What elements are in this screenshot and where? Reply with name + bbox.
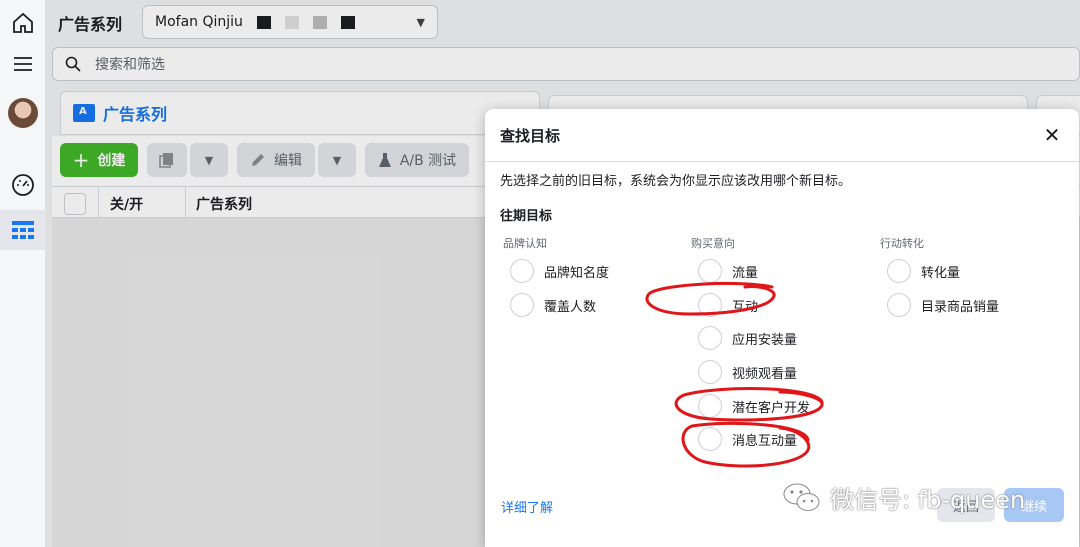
ads-manager-button[interactable] [0, 210, 46, 250]
column-heading: 行动转化 [880, 237, 924, 250]
option-label: 应用安装量 [732, 332, 798, 348]
objective-option[interactable]: 品牌知名度 [510, 259, 609, 283]
option-label: 潜在客户开发 [732, 400, 811, 416]
column-heading: 品牌认知 [503, 237, 547, 250]
home-icon [13, 12, 33, 33]
option-label: 目录商品销量 [921, 299, 1000, 315]
option-label: 互动 [732, 299, 759, 315]
radio-button[interactable] [510, 259, 534, 283]
radio-button[interactable] [698, 360, 722, 384]
section-title: 往期目标 [500, 209, 553, 224]
objective-option[interactable]: 转化量 [887, 259, 960, 283]
option-label: 品牌知名度 [544, 265, 610, 281]
radio-button[interactable] [698, 293, 722, 317]
objective-column-conversion: 行动转化 [877, 235, 924, 251]
objective-option[interactable]: 视频观看量 [698, 360, 797, 384]
option-label: 转化量 [921, 265, 961, 281]
dashboard-button[interactable] [0, 165, 46, 205]
learn-more-link[interactable]: 详细了解 [501, 497, 553, 516]
column-heading: 购买意向 [691, 237, 735, 250]
objective-option[interactable]: 互动 [698, 293, 758, 317]
hamburger-menu-icon [14, 57, 32, 71]
radio-button[interactable] [698, 259, 722, 283]
option-label: 视频观看量 [732, 366, 798, 382]
option-label: 消息互动量 [732, 433, 798, 449]
objective-column-awareness: 品牌认知 [500, 235, 547, 251]
left-nav-rail [0, 0, 46, 547]
objective-option[interactable]: 应用安装量 [698, 326, 797, 350]
objective-option[interactable]: 覆盖人数 [510, 293, 596, 317]
objective-column-consideration: 购买意向 [688, 235, 735, 251]
profile-button[interactable] [0, 93, 46, 133]
objective-option[interactable]: 流量 [698, 259, 758, 283]
dialog-description: 先选择之前的旧目标，系统会为你显示应该改用哪个新目标。 [500, 174, 852, 189]
home-button[interactable] [0, 3, 46, 43]
radio-button[interactable] [887, 293, 911, 317]
radio-button[interactable] [698, 394, 722, 418]
dialog-title: 查找目标 [500, 127, 561, 145]
radio-button[interactable] [698, 326, 722, 350]
table-grid-icon [12, 221, 34, 239]
wechat-logo-icon [783, 483, 820, 511]
close-icon[interactable]: ✕ [1040, 123, 1064, 147]
radio-button[interactable] [887, 259, 911, 283]
radio-button[interactable] [510, 293, 534, 317]
avatar [8, 98, 38, 128]
option-label: 覆盖人数 [544, 299, 597, 315]
menu-button[interactable] [0, 44, 46, 84]
watermark-text: 微信号: fb-queen [830, 486, 1026, 514]
option-label: 流量 [732, 265, 759, 281]
watermark: 微信号: fb-queen [782, 480, 1025, 515]
speedometer-icon [12, 174, 34, 196]
objective-option[interactable]: 潜在客户开发 [698, 394, 810, 418]
radio-button[interactable] [698, 427, 722, 451]
objective-option[interactable]: 目录商品销量 [887, 293, 999, 317]
divider [485, 161, 1079, 162]
objective-option[interactable]: 消息互动量 [698, 427, 797, 451]
